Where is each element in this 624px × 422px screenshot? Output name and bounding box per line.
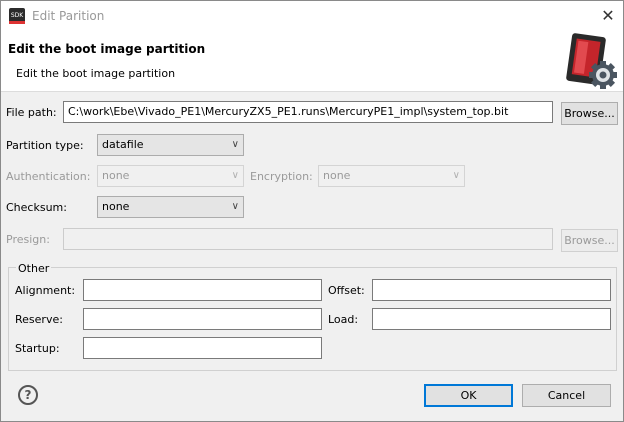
authentication-label: Authentication:: [6, 170, 91, 183]
authentication-select[interactable]: none ∨: [97, 165, 244, 187]
startup-label: Startup:: [15, 342, 60, 355]
encryption-value: none: [323, 169, 351, 182]
reserve-label: Reserve:: [15, 313, 63, 326]
header-title: Edit the boot image partition: [8, 42, 206, 56]
alignment-input[interactable]: [83, 279, 322, 301]
reserve-input[interactable]: [83, 308, 322, 330]
encryption-label: Encryption:: [250, 170, 313, 183]
partition-type-label: Partition type:: [6, 139, 84, 152]
offset-label: Offset:: [328, 284, 365, 297]
partition-type-value: datafile: [102, 138, 144, 151]
partition-type-select[interactable]: datafile ∨: [97, 134, 244, 156]
encryption-select[interactable]: none ∨: [318, 165, 465, 187]
presign-browse-button[interactable]: Browse...: [561, 229, 618, 252]
file-path-browse-button[interactable]: Browse...: [561, 102, 618, 125]
file-path-label: File path:: [6, 106, 57, 119]
load-label: Load:: [328, 313, 359, 326]
help-icon[interactable]: ?: [18, 385, 38, 405]
other-group-title: Other: [16, 262, 52, 275]
chevron-down-icon: ∨: [231, 201, 239, 212]
close-icon[interactable]: ✕: [593, 1, 623, 31]
checksum-value: none: [102, 200, 130, 213]
dialog-header: Edit the boot image partition Edit the b…: [1, 31, 623, 92]
checksum-select[interactable]: none ∨: [97, 196, 244, 218]
load-input[interactable]: [372, 308, 611, 330]
title-bar: SDK Edit Parition ✕: [1, 1, 623, 31]
file-path-input[interactable]: C:\work\Ebe\Vivado_PE1\MercuryZX5_PE1.ru…: [63, 101, 553, 123]
boot-image-gear-icon: [566, 33, 617, 89]
checksum-label: Checksum:: [6, 201, 67, 214]
chevron-down-icon: ∨: [231, 170, 239, 181]
sdk-app-icon: SDK: [9, 8, 25, 24]
chevron-down-icon: ∨: [231, 139, 239, 150]
chevron-down-icon: ∨: [452, 170, 460, 181]
alignment-label: Alignment:: [15, 284, 76, 297]
presign-input[interactable]: [63, 228, 553, 250]
ok-button[interactable]: OK: [424, 384, 513, 407]
startup-input[interactable]: [83, 337, 322, 359]
authentication-value: none: [102, 169, 130, 182]
offset-input[interactable]: [372, 279, 611, 301]
edit-partition-dialog: SDK Edit Parition ✕ Edit the boot image …: [0, 0, 624, 422]
header-subtitle: Edit the boot image partition: [16, 67, 176, 80]
cancel-button[interactable]: Cancel: [522, 384, 611, 407]
window-title: Edit Parition: [32, 9, 105, 23]
presign-label: Presign:: [6, 233, 50, 246]
